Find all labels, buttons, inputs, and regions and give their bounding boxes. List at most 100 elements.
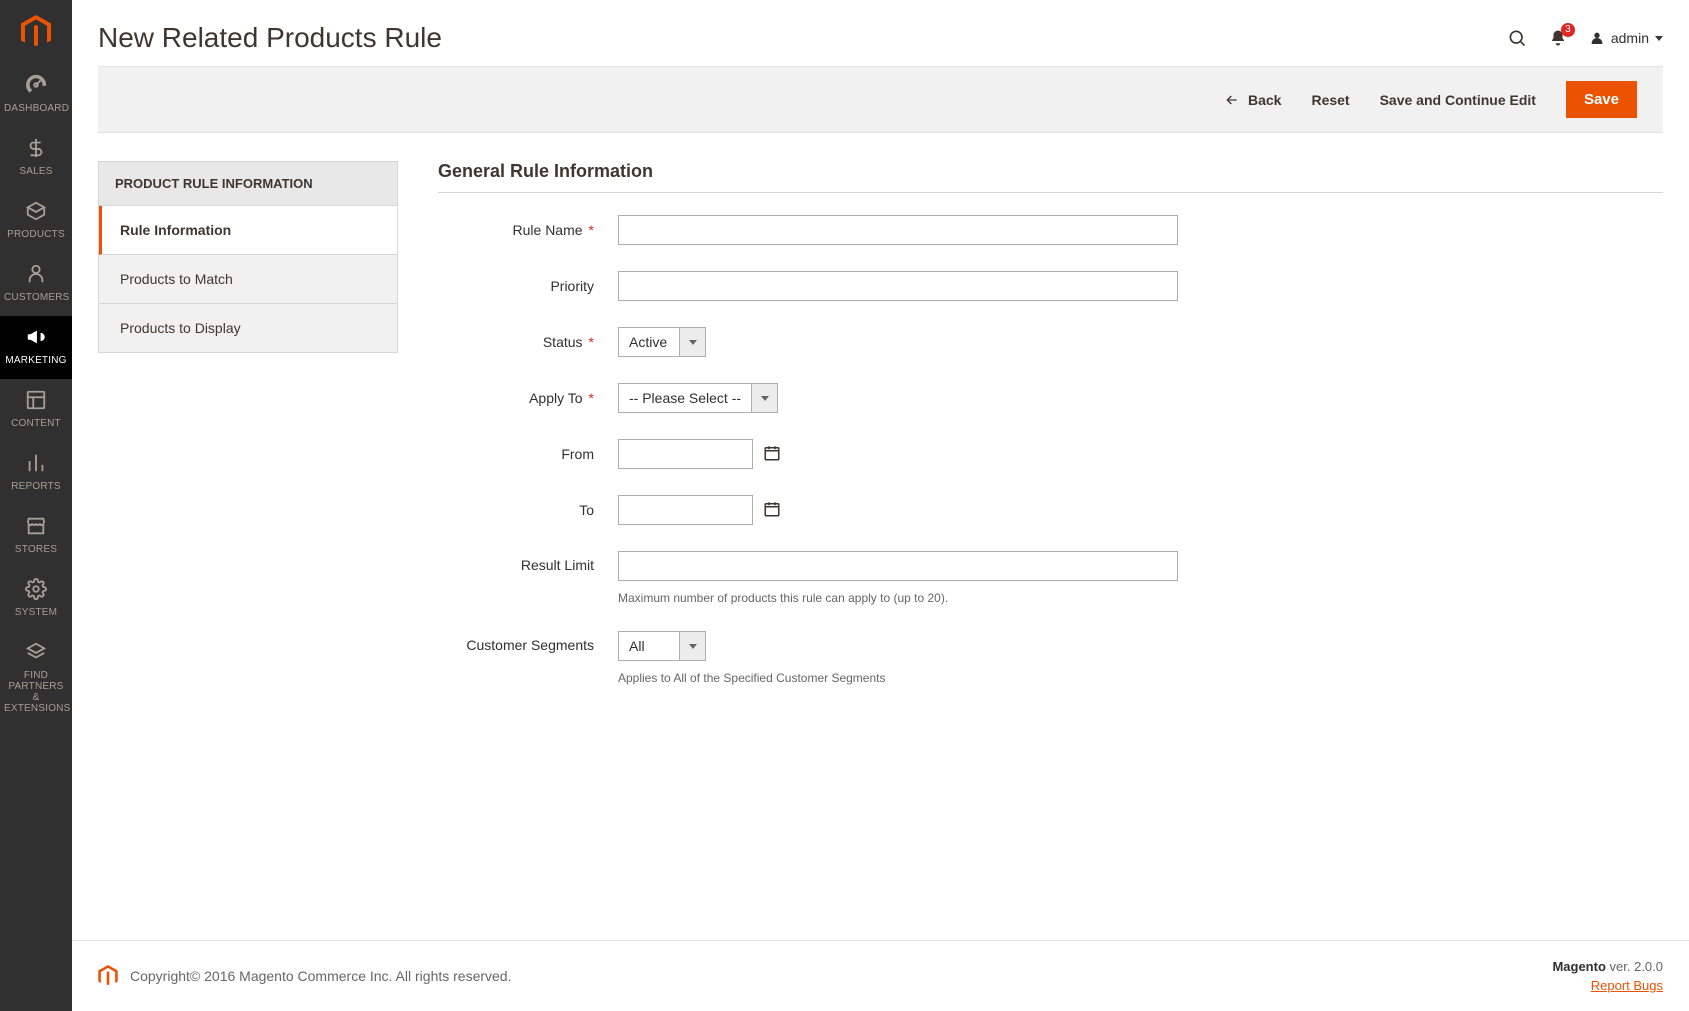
form-legend: General Rule Information [438,161,1663,193]
priority-input[interactable] [618,271,1178,301]
arrow-left-icon [1224,92,1240,108]
magento-logo-icon [21,15,51,49]
nav-label: SYSTEM [4,607,68,618]
save-continue-label: Save and Continue Edit [1380,92,1536,108]
to-date-picker[interactable] [763,500,781,521]
nav-stores[interactable]: STORES [0,505,72,568]
customer-segments-select-value: All [619,632,679,660]
logo[interactable] [0,0,72,64]
result-limit-note: Maximum number of products this rule can… [618,591,1663,605]
result-limit-input[interactable] [618,551,1178,581]
save-button[interactable]: Save [1566,81,1637,118]
magento-logo-icon [98,965,118,987]
field-apply-to: Apply To * -- Please Select -- [438,383,1663,413]
page-title: New Related Products Rule [98,22,442,54]
dollar-icon [4,137,68,162]
rule-name-input[interactable] [618,215,1178,245]
apply-to-select[interactable]: -- Please Select -- [618,383,778,413]
nav-content[interactable]: CONTENT [0,379,72,442]
label-from: From [561,446,594,462]
required-asterisk: * [589,390,594,406]
tab-products-to-match[interactable]: Products to Match [99,255,397,304]
label-apply-to: Apply To [529,390,582,406]
nav-dashboard[interactable]: DASHBOARD [0,64,72,127]
chevron-down-icon [679,632,705,660]
nav-find-partners[interactable]: FIND PARTNERS & EXTENSIONS [0,631,72,727]
account-username: admin [1611,30,1649,46]
from-date-input[interactable] [618,439,753,469]
field-result-limit: Result Limit Maximum number of products … [438,551,1663,605]
person-icon [4,263,68,288]
label-to: To [579,502,594,518]
nav-label: CONTENT [4,418,68,429]
box-icon [4,200,68,225]
search-button[interactable] [1507,28,1527,48]
from-date-picker[interactable] [763,444,781,465]
account-menu[interactable]: admin [1589,30,1663,46]
chevron-down-icon [751,384,777,412]
tab-rule-information[interactable]: Rule Information [99,206,397,255]
footer: Copyright© 2016 Magento Commerce Inc. Al… [72,940,1689,1011]
status-select[interactable]: Active [618,327,706,357]
action-bar: Back Reset Save and Continue Edit Save [98,66,1663,133]
nav-label: STORES [4,544,68,555]
label-result-limit: Result Limit [521,557,594,573]
left-nav: DASHBOARD SALES PRODUCTS CUSTOMERS MARKE… [0,0,72,1011]
label-status: Status [543,334,583,350]
nav-label: DASHBOARD [4,103,68,114]
nav-label: MARKETING [4,355,68,366]
nav-system[interactable]: SYSTEM [0,568,72,631]
nav-label: SALES [4,166,68,177]
side-tabs-title: PRODUCT RULE INFORMATION [98,161,398,205]
field-priority: Priority [438,271,1663,301]
required-asterisk: * [589,222,594,238]
bar-chart-icon [4,452,68,477]
megaphone-icon [4,326,68,351]
back-label: Back [1248,92,1281,108]
nav-label: FIND PARTNERS & EXTENSIONS [4,670,68,714]
required-asterisk: * [589,334,594,350]
nav-sales[interactable]: SALES [0,127,72,190]
nav-marketing[interactable]: MARKETING [0,316,72,379]
field-from: From [438,439,1663,469]
chevron-down-icon [1655,36,1663,41]
report-bugs-link[interactable]: Report Bugs [1591,978,1663,993]
field-status: Status * Active [438,327,1663,357]
nav-customers[interactable]: CUSTOMERS [0,253,72,316]
calendar-icon [763,500,781,518]
layout-icon [4,389,68,414]
version-text: Magento ver. 2.0.0 [1552,959,1663,974]
reset-button[interactable]: Reset [1311,92,1349,108]
side-tabs: PRODUCT RULE INFORMATION Rule Informatio… [98,161,398,912]
save-continue-button[interactable]: Save and Continue Edit [1380,92,1536,108]
calendar-icon [763,444,781,462]
label-customer-segments: Customer Segments [466,637,594,653]
user-icon [1589,30,1605,46]
field-to: To [438,495,1663,525]
to-date-input[interactable] [618,495,753,525]
nav-reports[interactable]: REPORTS [0,442,72,505]
form-area: General Rule Information Rule Name * Prio… [438,161,1663,912]
copyright-text: Copyright© 2016 Magento Commerce Inc. Al… [130,968,512,984]
label-priority: Priority [550,278,594,294]
gear-icon [4,578,68,603]
notifications-button[interactable]: 3 [1549,29,1567,47]
search-icon [1507,28,1527,48]
partners-icon [4,641,68,666]
apply-to-select-value: -- Please Select -- [619,384,751,412]
nav-products[interactable]: PRODUCTS [0,190,72,253]
nav-label: CUSTOMERS [4,292,68,303]
page-header: New Related Products Rule 3 admin [72,0,1689,66]
reset-label: Reset [1311,92,1349,108]
nav-label: REPORTS [4,481,68,492]
nav-label: PRODUCTS [4,229,68,240]
customer-segments-note: Applies to All of the Specified Customer… [618,671,1663,685]
back-button[interactable]: Back [1224,92,1281,108]
customer-segments-select[interactable]: All [618,631,706,661]
field-customer-segments: Customer Segments All Applies to All of … [438,631,1663,685]
notifications-badge: 3 [1561,23,1575,37]
status-select-value: Active [619,328,679,356]
chevron-down-icon [679,328,705,356]
label-rule-name: Rule Name [513,222,583,238]
tab-products-to-display[interactable]: Products to Display [99,304,397,352]
